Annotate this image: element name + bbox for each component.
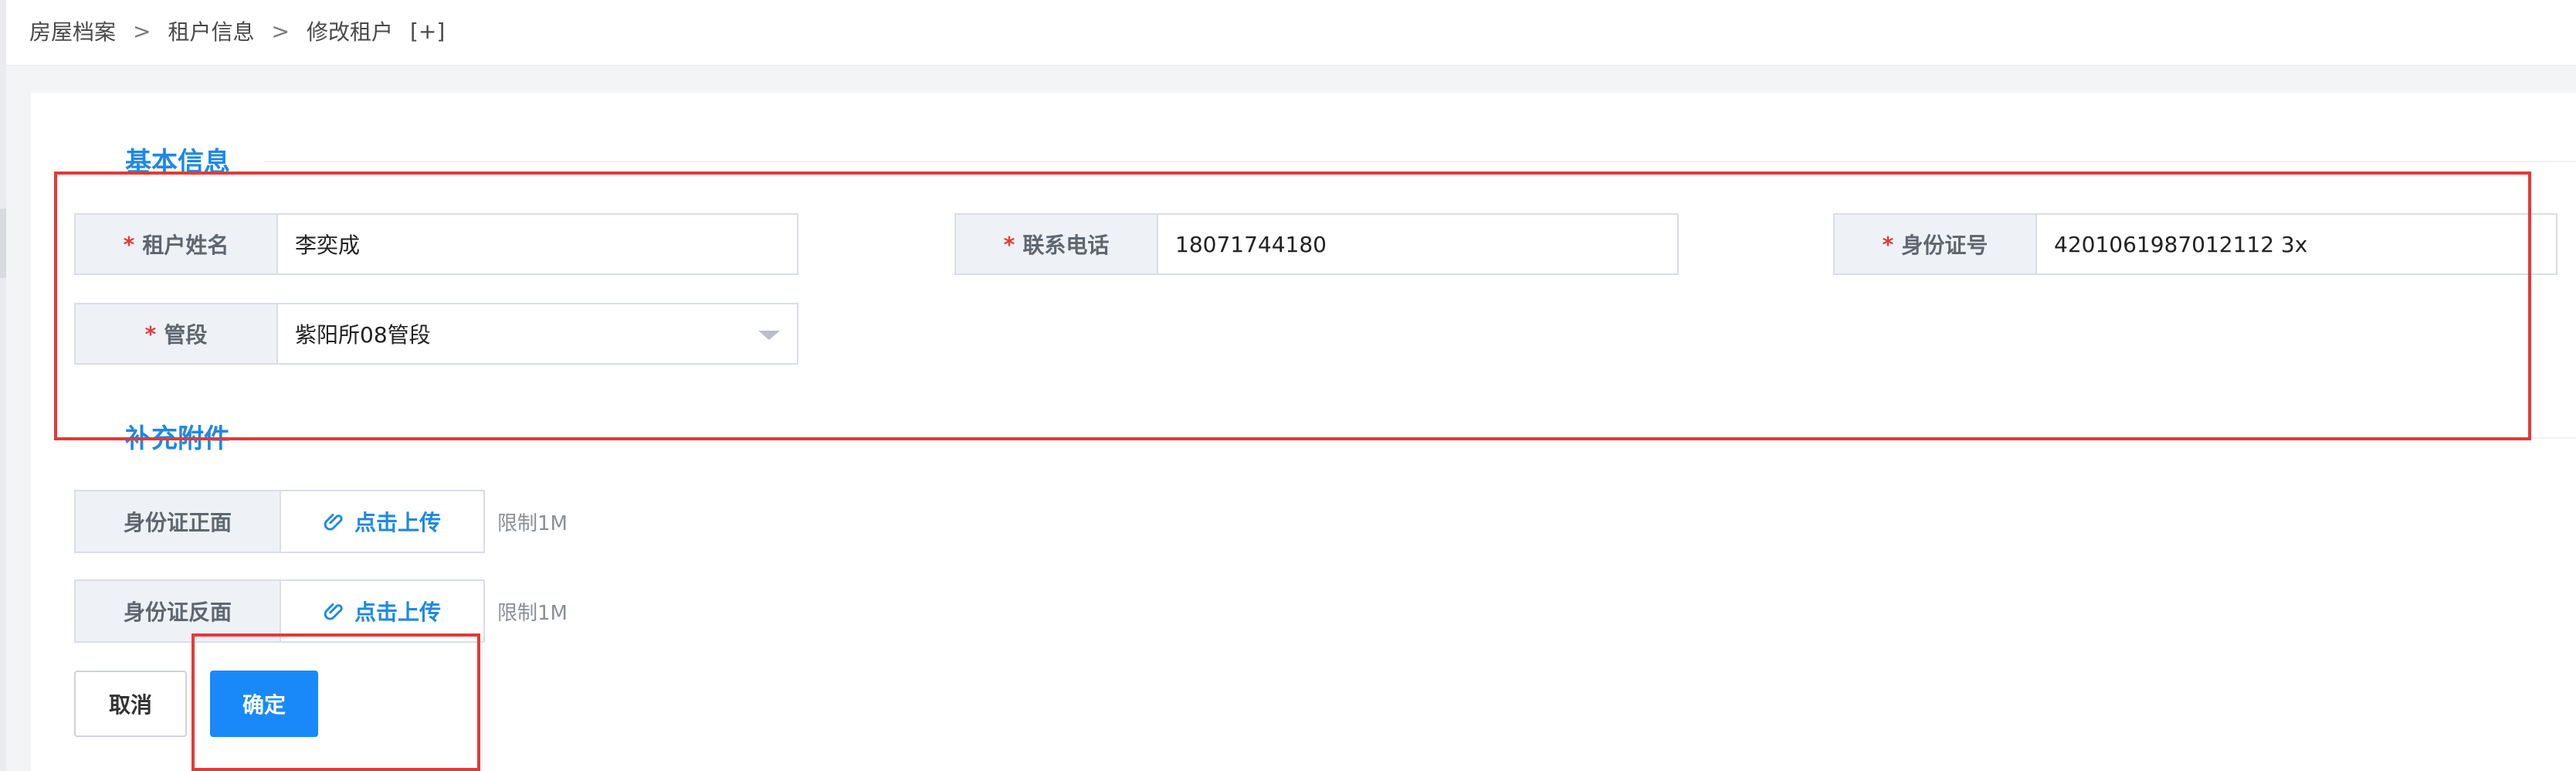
district-label: * 管段 bbox=[74, 303, 276, 365]
id-number-field: * 身份证号 4201061987012112 3x bbox=[1833, 213, 2557, 275]
tenant-name-label-text: 租户姓名 bbox=[142, 233, 229, 258]
id-back-label: 身份证反面 bbox=[74, 579, 280, 643]
id-back-upload-button[interactable]: 点击上传 bbox=[280, 579, 485, 643]
id-front-size-limit: 限制1M bbox=[497, 511, 568, 535]
id-front-label: 身份证正面 bbox=[74, 490, 280, 553]
id-front-upload-row: 身份证正面 点击上传 限制1M bbox=[74, 490, 568, 553]
main-content: 基本信息 * 租户姓名 李奕成 * 联系电话 18071744180 * 身份证… bbox=[31, 93, 2576, 771]
id-number-value: 4201061987012112 3x bbox=[2054, 231, 2308, 257]
section-divider bbox=[264, 161, 2576, 162]
section-divider bbox=[264, 437, 2576, 439]
id-front-upload-button[interactable]: 点击上传 bbox=[280, 490, 485, 553]
section-title-attachments: 补充附件 bbox=[125, 423, 230, 454]
paperclip-icon bbox=[324, 513, 343, 531]
top-bar: 房屋档案 > 租户信息 > 修改租户 [+] bbox=[6, 0, 2576, 66]
breadcrumb-item-edit-tenant: 修改租户 bbox=[306, 19, 393, 45]
confirm-button[interactable]: 确定 bbox=[210, 671, 318, 737]
district-value: 紫阳所08管段 bbox=[295, 322, 431, 348]
id-back-size-limit: 限制1M bbox=[497, 601, 568, 625]
id-back-upload-row: 身份证反面 点击上传 限制1M bbox=[74, 579, 568, 643]
district-label-text: 管段 bbox=[164, 322, 208, 348]
required-mark: * bbox=[1882, 231, 1894, 257]
breadcrumb-item-tenant-info[interactable]: 租户信息 bbox=[168, 15, 254, 46]
breadcrumb: 房屋档案 > 租户信息 > 修改租户 [+] bbox=[29, 15, 445, 46]
required-mark: * bbox=[1003, 231, 1015, 257]
phone-label: * 联系电话 bbox=[954, 213, 1157, 275]
phone-field: * 联系电话 18071744180 bbox=[954, 213, 1679, 275]
district-field: * 管段 紫阳所08管段 bbox=[74, 303, 798, 365]
phone-label-text: 联系电话 bbox=[1022, 233, 1110, 258]
phone-value: 18071744180 bbox=[1175, 231, 1327, 257]
tenant-name-value: 李奕成 bbox=[295, 233, 361, 258]
breadcrumb-separator: > bbox=[271, 18, 290, 44]
id-number-label-text: 身份证号 bbox=[1901, 233, 1988, 258]
tenant-name-field: * 租户姓名 李奕成 bbox=[74, 213, 798, 275]
cancel-button[interactable]: 取消 bbox=[74, 671, 187, 737]
breadcrumb-separator: > bbox=[133, 18, 151, 44]
id-number-input[interactable]: 4201061987012112 3x bbox=[2035, 213, 2557, 275]
required-mark: * bbox=[123, 231, 135, 257]
left-rail bbox=[0, 0, 6, 771]
paperclip-icon bbox=[324, 603, 343, 620]
id-number-label: * 身份证号 bbox=[1833, 213, 2035, 275]
breadcrumb-add-button[interactable]: [+] bbox=[410, 19, 445, 44]
id-back-upload-label: 点击上传 bbox=[354, 599, 441, 625]
left-rail-marker bbox=[0, 209, 6, 278]
tenant-name-input[interactable]: 李奕成 bbox=[276, 213, 798, 275]
section-title-basic-info: 基本信息 bbox=[125, 147, 230, 178]
chevron-down-icon bbox=[758, 331, 780, 340]
id-front-upload-label: 点击上传 bbox=[354, 510, 441, 535]
required-mark: * bbox=[144, 321, 157, 347]
tenant-name-label: * 租户姓名 bbox=[74, 213, 276, 275]
breadcrumb-item-house-archive[interactable]: 房屋档案 bbox=[29, 15, 116, 46]
phone-input[interactable]: 18071744180 bbox=[1157, 213, 1679, 275]
district-select[interactable]: 紫阳所08管段 bbox=[276, 303, 798, 365]
